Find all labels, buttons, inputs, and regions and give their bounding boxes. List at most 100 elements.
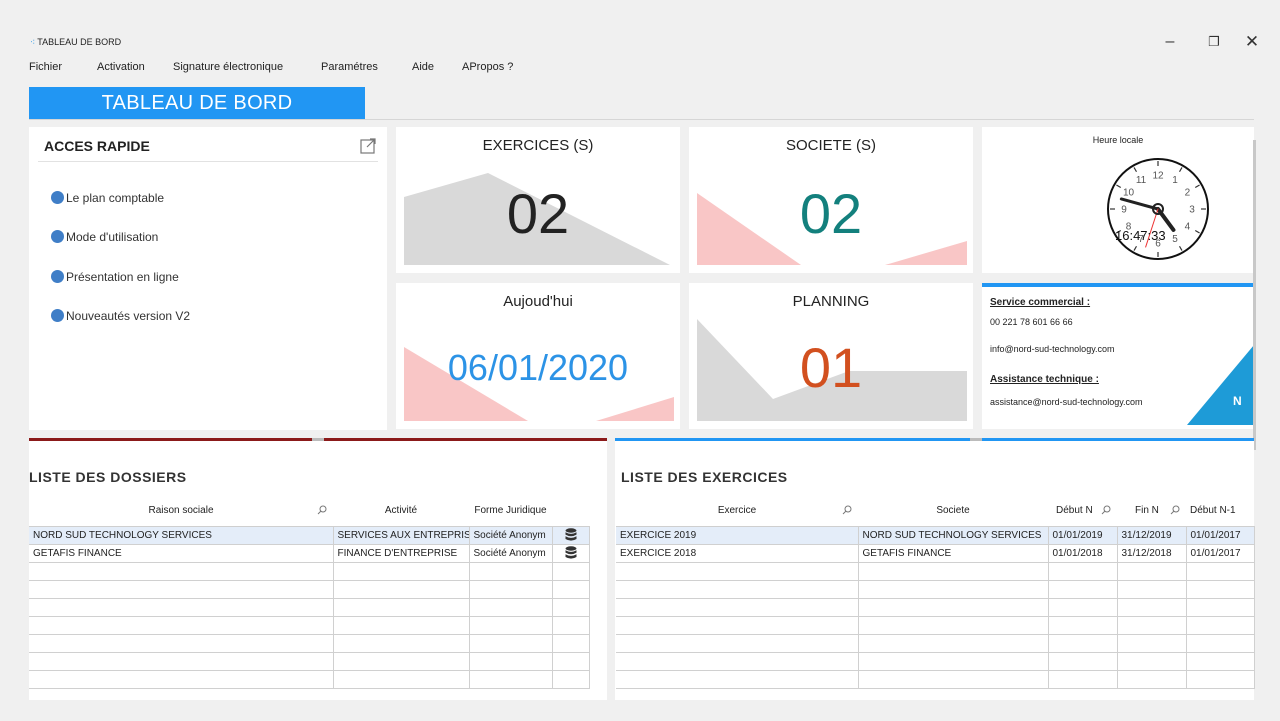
database-icon[interactable] [565, 528, 577, 542]
quick-link-plan-comptable[interactable]: Le plan comptable [51, 191, 164, 205]
table-cell: GETAFIS FINANCE [29, 544, 334, 563]
today-date: 06/01/2020 [447, 347, 629, 388]
commercial-email[interactable]: info@nord-sud-technology.com [990, 344, 1115, 354]
bullet-icon [51, 230, 64, 243]
table-cell [469, 652, 553, 671]
column-raison-sociale[interactable]: Raison sociale [29, 496, 333, 527]
exercices-tile[interactable]: EXERCICES (S) 02 [396, 127, 680, 273]
today-tile-label: Aujoud'hui [503, 293, 573, 310]
table-row[interactable]: GETAFIS FINANCE FINANCE D'ENTREPRISE Socié… [29, 544, 590, 563]
vertical-scrollbar[interactable] [1253, 140, 1256, 450]
clock-number: 10 [1123, 188, 1135, 199]
table-row[interactable] [616, 634, 1255, 653]
bullet-icon [51, 270, 64, 283]
table-cell [29, 634, 334, 653]
tab-divider [29, 119, 1254, 120]
column-label: Fin N [1135, 505, 1159, 517]
table-row[interactable] [29, 670, 590, 689]
contact-badge-text: N [1233, 394, 1242, 408]
open-external-icon[interactable] [359, 137, 377, 155]
table-cell [1048, 598, 1118, 617]
societes-tile-label: SOCIETE (S) [785, 137, 876, 154]
menu-parametres[interactable]: Paramétres [321, 61, 378, 73]
title-bar: ⁖ TABLEAU DE BORD – ❐ ✕ [0, 0, 1280, 56]
exercices-table: Exercice Societe Début N Fin N Début N-1… [616, 496, 1255, 689]
table-cell [616, 562, 859, 581]
table-cell [552, 652, 590, 671]
table-cell [552, 562, 590, 581]
table-row[interactable] [616, 670, 1255, 689]
table-row[interactable] [29, 580, 590, 599]
database-icon[interactable] [565, 546, 577, 560]
table-row[interactable] [29, 598, 590, 617]
table-row[interactable]: EXERCICE 2018 GETAFIS FINANCE 01/01/2018 31… [616, 544, 1255, 563]
table-row[interactable]: NORD SUD TECHNOLOGY SERVICES SERVICES AUX… [29, 526, 590, 545]
column-debut-n[interactable]: Début N [1048, 496, 1117, 527]
table-row[interactable]: EXERCICE 2019 NORD SUD TECHNOLOGY SERVICE… [616, 526, 1255, 545]
table-cell: 31/12/2018 [1117, 544, 1187, 563]
menu-fichier[interactable]: Fichier [29, 61, 62, 73]
clock-number: 4 [1185, 222, 1191, 233]
close-button[interactable]: ✕ [1237, 32, 1267, 52]
table-cell: 01/01/2017 [1186, 544, 1255, 563]
table-cell: 01/01/2017 [1186, 526, 1255, 545]
table-row[interactable] [29, 634, 590, 653]
today-tile[interactable]: Aujoud'hui 06/01/2020 [396, 283, 680, 429]
column-societe[interactable]: Societe [858, 496, 1048, 527]
table-cell: NORD SUD TECHNOLOGY SERVICES [29, 526, 334, 545]
clock-label: Heure locale [1092, 135, 1144, 145]
menu-aide[interactable]: Aide [412, 61, 434, 73]
column-fin-n[interactable]: Fin N [1117, 496, 1186, 527]
search-icon[interactable] [842, 505, 852, 515]
column-activite[interactable]: Activité [333, 496, 469, 527]
menu-apropos[interactable]: APropos ? [462, 61, 513, 73]
search-icon[interactable] [317, 505, 327, 515]
column-label: Societe [936, 505, 970, 517]
table-cell: EXERCICE 2018 [616, 544, 859, 563]
planning-tile[interactable]: PLANNING 01 [689, 283, 973, 429]
contact-tile: Service commercial : 00 221 78 601 66 66… [982, 283, 1254, 429]
column-exercice[interactable]: Exercice [616, 496, 858, 527]
restore-button[interactable]: ❐ [1199, 32, 1229, 52]
column-forme-juridique[interactable]: Forme Juridique [469, 496, 552, 527]
clock-number: 2 [1185, 188, 1191, 199]
clock-number: 9 [1121, 205, 1127, 216]
table-cell [333, 670, 470, 689]
societes-tile[interactable]: SOCIETE (S) 02 [689, 127, 973, 273]
commercial-phone: 00 221 78 601 66 66 [990, 317, 1073, 327]
column-label: Début N [1056, 505, 1093, 517]
table-cell [333, 652, 470, 671]
table-row[interactable] [616, 598, 1255, 617]
table-cell [858, 670, 1049, 689]
menu-activation[interactable]: Activation [97, 61, 145, 73]
table-cell [1186, 634, 1255, 653]
table-row[interactable] [616, 562, 1255, 581]
table-row[interactable] [29, 652, 590, 671]
quick-link-nouveautes[interactable]: Nouveautés version V2 [51, 309, 190, 323]
dossiers-header-row: Raison sociale Activité Forme Juridique [29, 496, 589, 527]
column-debut-n1[interactable]: Début N-1 [1186, 496, 1254, 527]
dossiers-table: Raison sociale Activité Forme Juridique … [29, 496, 590, 689]
quick-link-label: Présentation en ligne [66, 270, 179, 284]
quick-link-presentation[interactable]: Présentation en ligne [51, 270, 179, 284]
table-cell [29, 580, 334, 599]
table-row[interactable] [29, 616, 590, 635]
search-icon[interactable] [1170, 505, 1180, 515]
table-cell [469, 634, 553, 653]
quick-link-label: Mode d'utilisation [66, 230, 159, 244]
assistance-email[interactable]: assistance@nord-sud-technology.com [990, 397, 1143, 407]
page-title-tab[interactable]: TABLEAU DE BORD [29, 87, 365, 119]
table-row[interactable] [616, 652, 1255, 671]
column-label: Forme Juridique [474, 505, 547, 517]
quick-link-mode-utilisation[interactable]: Mode d'utilisation [51, 230, 158, 244]
table-row[interactable] [616, 580, 1255, 599]
table-cell [552, 580, 590, 599]
table-cell [469, 616, 553, 635]
menu-signature[interactable]: Signature électronique [173, 61, 283, 73]
minimize-button[interactable]: – [1155, 32, 1185, 52]
assistance-heading: Assistance technique : [990, 374, 1099, 385]
table-row[interactable] [616, 616, 1255, 635]
search-icon[interactable] [1101, 505, 1111, 515]
table-cell [1186, 670, 1255, 689]
table-row[interactable] [29, 562, 590, 581]
